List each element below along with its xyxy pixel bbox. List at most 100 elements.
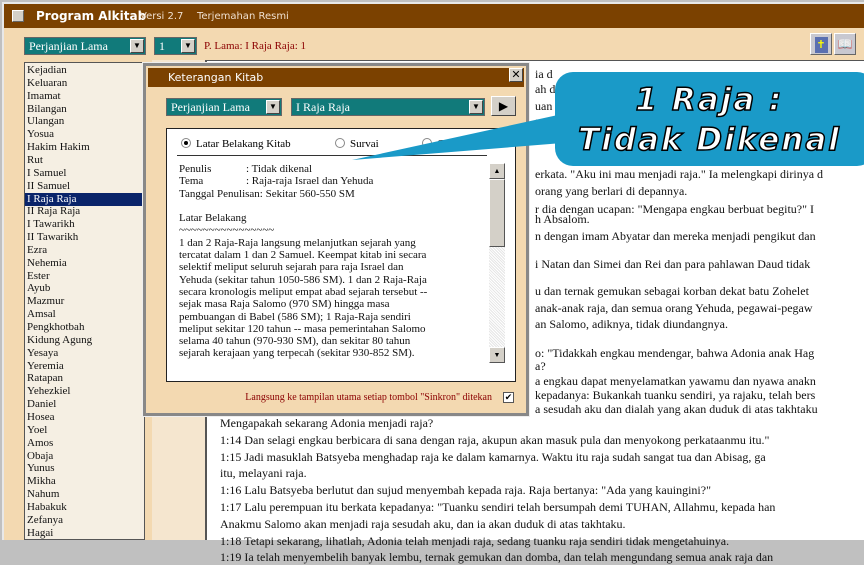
book-item[interactable]: Obaja: [25, 450, 144, 463]
book-item[interactable]: Nehemia: [25, 257, 144, 270]
book-item[interactable]: Hosea: [25, 411, 144, 424]
verse-line: u dan ternak gemukan sebagai korban deka…: [535, 284, 809, 298]
body-line: selektif meliput seluruh sejarah para ra…: [179, 261, 404, 274]
scrollbar[interactable]: ▲ ▼: [489, 163, 505, 363]
callout-line1: 1 Raja :: [635, 81, 784, 119]
book-item[interactable]: I Tawarikh: [25, 218, 144, 231]
book-item[interactable]: Yoel: [25, 424, 144, 437]
book-item[interactable]: Ratapan: [25, 372, 144, 385]
chevron-down-icon[interactable]: ▼: [181, 39, 195, 53]
book-item[interactable]: Ayub: [25, 282, 144, 295]
verse-line: uan: [535, 99, 553, 113]
chevron-down-icon[interactable]: ▼: [266, 100, 280, 114]
book-item[interactable]: Nahum: [25, 488, 144, 501]
penulis-value: : Tidak dikenal: [246, 163, 313, 175]
verse-line: a sesudah aku dan dialah yang akan duduk…: [535, 402, 818, 416]
system-menu-icon[interactable]: [12, 10, 24, 22]
book-item[interactable]: I Raja Raja: [25, 192, 144, 206]
radio-icon: [335, 138, 345, 148]
sync-checkbox[interactable]: ✔: [503, 392, 514, 403]
radio-label: Latar Belakang Kitab: [196, 138, 291, 150]
verse-line: h Absalom.: [535, 212, 590, 226]
translation-label: Terjemahan Resmi: [197, 11, 289, 22]
book-item[interactable]: Yesaya: [25, 347, 144, 360]
book-item[interactable]: Hakim Hakim: [25, 141, 144, 154]
book-item[interactable]: Mikha: [25, 475, 144, 488]
verse-line: a engkau dapat menyelamatkan yawamu dan …: [535, 374, 816, 388]
bible-icon[interactable]: ✝: [810, 33, 832, 55]
book-item[interactable]: Daniel: [25, 398, 144, 411]
book-item[interactable]: Keluaran: [25, 77, 144, 90]
book-item[interactable]: Yehezkiel: [25, 385, 144, 398]
verse-line: s ya: [535, 114, 554, 128]
verse-line: i Natan dan Simei dan Rei dan para pahla…: [535, 257, 811, 271]
radio-latar-belakang[interactable]: Latar Belakang Kitab: [181, 138, 291, 150]
book-item[interactable]: Ester: [25, 270, 144, 283]
dialog-book-select[interactable]: I Raja Raja ▼: [291, 98, 485, 116]
verse-line: 1:15 Jadi masuklah Batsyeba menghadap ra…: [220, 449, 766, 464]
play-icon: ▶: [498, 99, 509, 113]
radio-label: Ciri-ciri: [437, 138, 473, 150]
dialog-testament-value: Perjanjian Lama: [171, 100, 250, 114]
body-line: meliput sekitar 120 tahun -- masa pemeri…: [179, 322, 426, 335]
book-item[interactable]: Habakuk: [25, 501, 144, 514]
book-item[interactable]: Yosua: [25, 128, 144, 141]
chevron-down-icon[interactable]: ▼: [130, 39, 144, 53]
scroll-up-icon[interactable]: ▲: [489, 163, 505, 179]
book-item[interactable]: Mazmur: [25, 295, 144, 308]
book-item[interactable]: Imamat: [25, 90, 144, 103]
tanggal-text: Tanggal Penulisan: Sekitar 560-550 SM: [179, 187, 355, 200]
book-item[interactable]: Amsal: [25, 308, 144, 321]
verse-line: o: "Tidakkah engkau mendengar, bahwa Ado…: [535, 346, 815, 360]
scroll-thumb[interactable]: [489, 179, 505, 247]
radio-survai[interactable]: Survai: [335, 138, 379, 150]
body-line: tercatat dalam 1 dan 2 Samuel. Keempat k…: [179, 249, 427, 262]
book-item[interactable]: Kidung Agung: [25, 334, 144, 347]
verse-line: 1:19 Ia telah menyembelih banyak lembu, …: [220, 550, 774, 565]
book-info-dialog: Keterangan Kitab ✕ Perjanjian Lama ▼ I Ra…: [142, 62, 530, 417]
body-line: sejak masa Raja Salomo (970 SM) hingga m…: [179, 298, 390, 311]
book-item[interactable]: Pengkhotbah: [25, 321, 144, 334]
book-item[interactable]: Ezra: [25, 244, 144, 257]
body-line: Yehuda (sekitar tahun 1050-586 SM). 1 da…: [179, 273, 427, 286]
section-divider: ~~~~~~~~~~~~~~~~: [179, 224, 275, 237]
scroll-down-icon[interactable]: ▼: [489, 347, 505, 363]
book-item[interactable]: Amos: [25, 437, 144, 450]
book-item[interactable]: Ulangan: [25, 115, 144, 128]
book-item[interactable]: II Tawarikh: [25, 231, 144, 244]
verse-line: n dengan imam Abyatar dan mereka menjadi…: [535, 229, 816, 243]
book-item[interactable]: Yunus: [25, 462, 144, 475]
verse-line: Anakmu Salomo akan menjadi raja sesudah …: [220, 516, 626, 531]
location-label: P. Lama: I Raja Raja: 1: [204, 40, 307, 52]
radio-label: Survai: [350, 138, 379, 150]
book-item[interactable]: Zefanya: [25, 514, 144, 527]
tema-value: : Raja-raja Israel dan Yehuda: [246, 175, 374, 188]
go-button[interactable]: ▶: [491, 96, 516, 116]
section-heading: Latar Belakang: [179, 212, 247, 225]
close-icon[interactable]: ✕: [509, 68, 523, 82]
chevron-down-icon[interactable]: ▼: [469, 100, 483, 114]
radio-ciri-ciri[interactable]: Ciri-ciri: [422, 138, 502, 150]
book-item[interactable]: Hagai: [25, 527, 144, 539]
book-item[interactable]: II Raja Raja: [25, 205, 144, 218]
chapter-select[interactable]: 1 ▼: [154, 37, 197, 55]
book-item[interactable]: II Samuel: [25, 180, 144, 193]
radio-icon: [181, 138, 191, 148]
book-item[interactable]: Kejadian: [25, 64, 144, 77]
testament-select[interactable]: Perjanjian Lama ▼: [24, 37, 146, 55]
book-item[interactable]: Yeremia: [25, 360, 144, 373]
search-books-icon[interactable]: 📖: [834, 33, 856, 55]
book-item[interactable]: Bilangan: [25, 103, 144, 116]
chapter-value: 1: [159, 39, 165, 53]
verse-line: an Salomo, adiknya, tidak diundangnya.: [535, 317, 728, 331]
book-item[interactable]: Rut: [25, 154, 144, 167]
app-title: Program Alkitab: [36, 9, 147, 23]
book-item[interactable]: I Samuel: [25, 167, 144, 180]
dialog-testament-select[interactable]: Perjanjian Lama ▼: [166, 98, 282, 116]
body-line: 1 dan 2 Raja-Raja langsung melanjutkan s…: [179, 236, 416, 249]
body-line: secara kronologis meliput empat abad sej…: [179, 285, 428, 298]
radio-icon: [422, 138, 432, 148]
book-list[interactable]: Kejadian Keluaran Imamat Bilangan Ulangan Yos…: [24, 62, 145, 540]
body-line: selama 40 tahun (970-930 SM), dan sekita…: [179, 335, 411, 348]
verse-line: erkata. "Aku ini mau menjadi raja." Ia m…: [535, 167, 824, 181]
